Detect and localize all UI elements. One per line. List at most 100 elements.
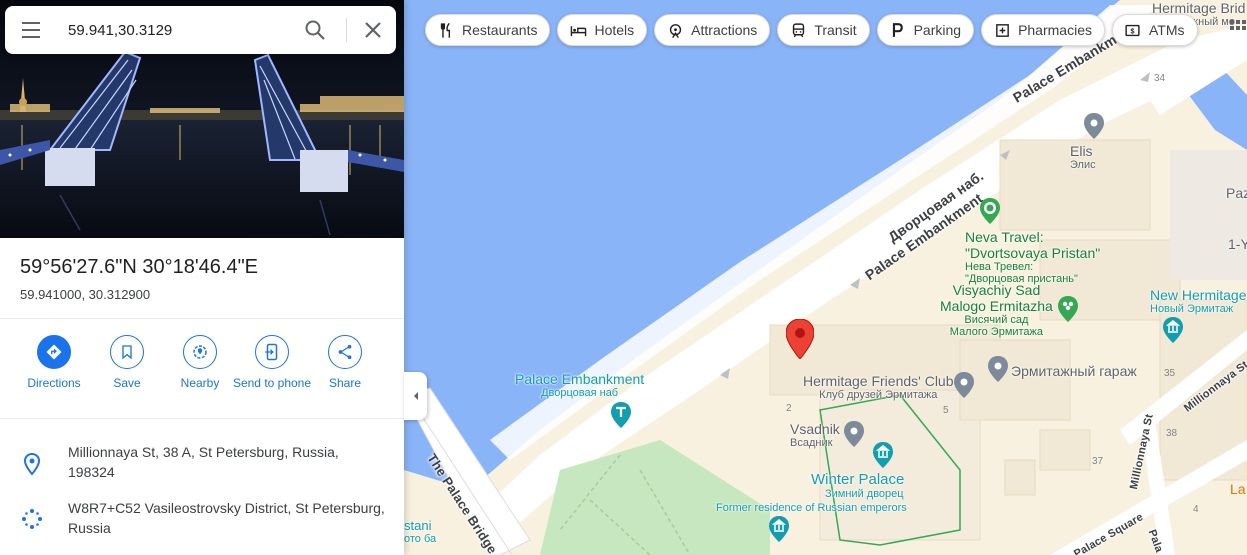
- poi-elis[interactable]: Elis Элис: [1070, 143, 1096, 171]
- search-box: [5, 6, 396, 54]
- museum-marker-icon[interactable]: [873, 442, 893, 468]
- chip-label: Restaurants: [462, 22, 538, 38]
- poi-neva-travel[interactable]: Neva Travel: "Dvortsovaya Pristan" Нева …: [965, 229, 1100, 285]
- poi-friends-club-name: Hermitage Friends' Club: [803, 373, 954, 389]
- chip-label: Transit: [814, 22, 857, 38]
- plus-code-text: W8R7+C52 Vasileostrovsky District, St Pe…: [68, 500, 385, 536]
- search-icon[interactable]: [303, 18, 327, 42]
- poi-visyachiy-name: Visyachiy Sad: [952, 282, 1041, 298]
- nearby-icon: [183, 335, 217, 369]
- house-number: 4: [1193, 504, 1199, 515]
- place-marker-icon[interactable]: [988, 356, 1008, 382]
- poi-elis-name: Elis: [1070, 143, 1093, 159]
- house-number: 37: [1092, 456, 1104, 467]
- share-icon: [328, 335, 362, 369]
- transit-icon: [787, 21, 809, 39]
- location-pin-icon: [23, 452, 41, 476]
- svg-text:$: $: [1131, 27, 1135, 35]
- selected-location-pin-icon[interactable]: [786, 319, 814, 359]
- poi-pazh[interactable]: Pazh: [1226, 185, 1247, 201]
- pier-marker-icon[interactable]: [611, 402, 631, 428]
- museum-marker-icon[interactable]: [1163, 317, 1183, 343]
- poi-winter-palace-name-ru: Зимний дворец: [825, 488, 904, 500]
- chip-restaurants[interactable]: Restaurants: [425, 14, 551, 46]
- garden-marker-icon[interactable]: [1058, 296, 1078, 322]
- chip-parking[interactable]: Parking: [876, 14, 975, 46]
- poi-hermitage-garage[interactable]: Эрмитажный гараж: [1011, 363, 1137, 379]
- chip-transit[interactable]: Transit: [777, 14, 870, 46]
- poi-stani-name: stani: [404, 518, 432, 533]
- house-number: 5: [943, 405, 949, 416]
- poi-friends-club-name-ru: Клуб друзей Эрмитажа: [819, 389, 938, 401]
- apps-grid-icon[interactable]: [1228, 18, 1247, 38]
- poi-new-hermitage-name-ru: Новый Эрмитаж: [1150, 303, 1234, 315]
- search-input[interactable]: [63, 18, 298, 42]
- chip-attractions[interactable]: Attractions: [654, 14, 771, 46]
- poi-winter-palace-name: Winter Palace: [811, 471, 905, 488]
- poi-visyachiy-name-ru-2: Малого Эрмитажа: [949, 326, 1044, 338]
- chip-label: Parking: [913, 22, 962, 38]
- poi-palace-pier-name: Palace Embankment: [515, 371, 645, 387]
- plus-code-icon: [22, 509, 42, 529]
- poi-new-hermitage[interactable]: New Hermitage Новый Эрмитаж: [1150, 287, 1246, 315]
- poi-partial-stani[interactable]: stani ото ба: [404, 518, 436, 546]
- poi-neva-travel-name: Neva Travel:: [965, 229, 1044, 245]
- poi-la[interactable]: La: [1230, 481, 1246, 497]
- pharmacy-icon: [991, 21, 1013, 39]
- poi-friends-club[interactable]: Hermitage Friends' Club Клуб друзей Эрми…: [803, 373, 954, 401]
- hotel-icon: [567, 21, 589, 39]
- house-number: 34: [1154, 73, 1166, 84]
- close-icon[interactable]: [361, 18, 385, 42]
- chip-label: ATMs: [1148, 22, 1185, 38]
- address-text: Millionnaya St, 38 A, St Petersburg, Rus…: [68, 444, 339, 480]
- menu-icon[interactable]: [19, 20, 43, 40]
- house-number: 2: [786, 403, 792, 414]
- chip-hotels[interactable]: Hotels: [557, 14, 648, 46]
- chip-atms[interactable]: $ ATMs: [1111, 14, 1198, 46]
- poi-vsadnik[interactable]: Vsadnik Всадник: [790, 421, 840, 449]
- plus-code-row[interactable]: W8R7+C52 Vasileostrovsky District, St Pe…: [0, 497, 404, 541]
- poi-elis-name-ru: Элис: [1070, 159, 1096, 171]
- ferry-marker-icon[interactable]: [980, 198, 1000, 224]
- chip-label: Hotels: [594, 22, 635, 38]
- search-divider: [346, 18, 347, 42]
- divider: [0, 318, 404, 319]
- poi-visyachiy-sad[interactable]: Visyachiy Sad Malogo Ermitazha Висячий с…: [940, 282, 1053, 338]
- poi-palace-pier-name-ru: Дворцовая наб: [541, 387, 619, 399]
- poi-visyachiy-name-2: Malogo Ermitazha: [940, 298, 1053, 314]
- directions-icon: [37, 335, 71, 369]
- poi-1y[interactable]: 1-Y: [1228, 236, 1247, 252]
- divider: [0, 418, 404, 419]
- action-label: Share: [328, 376, 362, 390]
- poi-winter-palace-description: Former residence of Russian emperors: [716, 502, 907, 514]
- poi-neva-travel-name-2: "Dvortsovaya Pristan": [965, 245, 1101, 261]
- poi-new-hermitage-name: New Hermitage: [1150, 287, 1247, 303]
- attraction-icon: [664, 21, 686, 39]
- send-to-phone-icon: [255, 335, 289, 369]
- share-button[interactable]: Share: [300, 335, 390, 391]
- chip-pharmacies[interactable]: Pharmacies: [981, 14, 1105, 46]
- atm-icon: $: [1122, 21, 1144, 39]
- poi-palace-pier[interactable]: Palace Embankment Дворцовая наб: [515, 371, 644, 399]
- place-side-panel: 59°56'27.6"N 30°18'46.4"E 59.941000, 30.…: [0, 0, 404, 555]
- poi-visyachiy-name-ru: Висячий сад: [964, 314, 1029, 326]
- collapse-panel-button[interactable]: [404, 372, 427, 420]
- place-title-coordinates: 59°56'27.6"N 30°18'46.4"E: [20, 256, 259, 278]
- poi-vsadnik-name-ru: Всадник: [790, 437, 833, 449]
- bookmark-icon: [110, 335, 144, 369]
- place-marker-icon[interactable]: [954, 372, 974, 398]
- place-marker-icon[interactable]: [1084, 113, 1104, 139]
- action-buttons: Directions Save Nearby Send to phone Sha…: [0, 320, 404, 418]
- house-number: 38: [1166, 428, 1178, 439]
- chevron-left-icon: [413, 392, 418, 400]
- category-chips: Restaurants Hotels Attractions Transit P…: [425, 14, 1198, 48]
- poi-neva-travel-name-ru: Нева Тревел:: [965, 261, 1034, 273]
- museum-marker-icon[interactable]: [769, 516, 789, 542]
- poi-winter-palace[interactable]: Winter Palace Зимний дворец Former resid…: [716, 471, 907, 514]
- chip-label: Attractions: [691, 22, 758, 38]
- house-number: 35: [1164, 368, 1176, 379]
- chip-label: Pharmacies: [1018, 22, 1092, 38]
- address-row[interactable]: Millionnaya St, 38 A, St Petersburg, Rus…: [0, 440, 404, 484]
- place-marker-icon[interactable]: [844, 421, 864, 447]
- parking-icon: [887, 21, 909, 39]
